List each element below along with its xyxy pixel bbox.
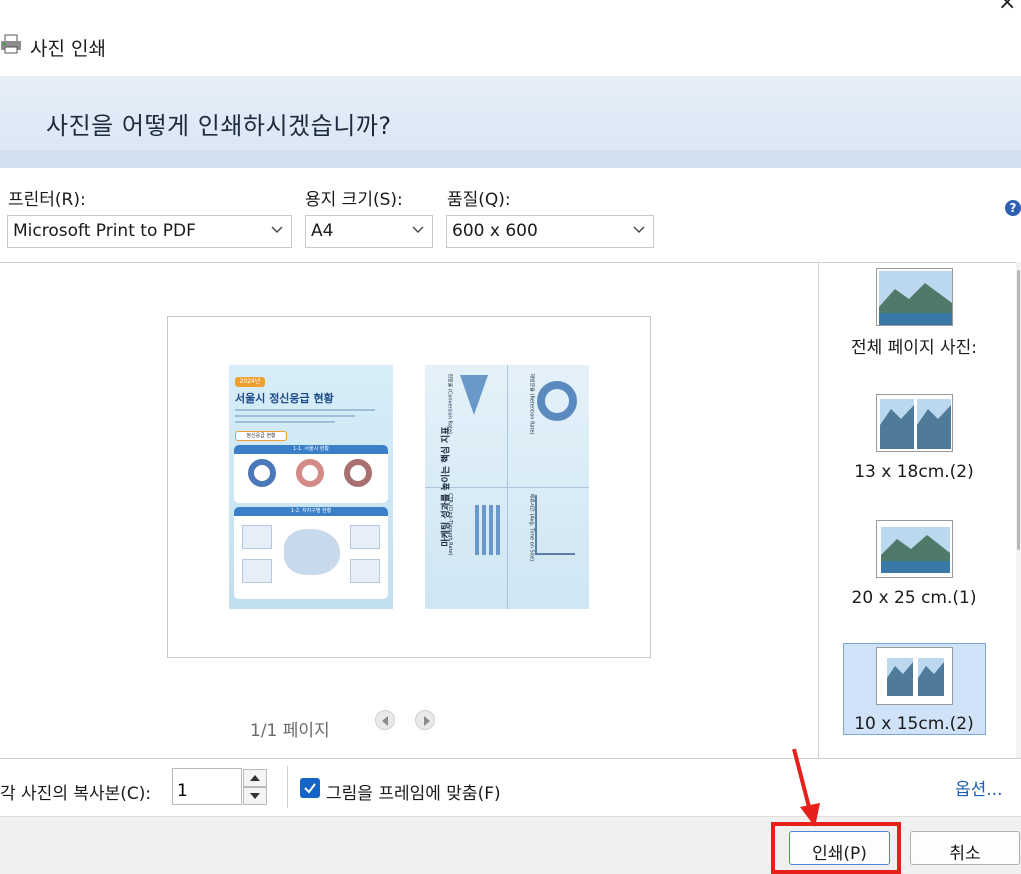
kpi-label: CTR (Click-Through Rate) <box>447 493 453 556</box>
panel-district: 1-2. 자치구별 현황 <box>234 507 388 599</box>
portrait-pair-thumbnail <box>887 658 944 696</box>
chevron-up-icon <box>250 775 260 781</box>
annotation-arrow <box>792 748 820 827</box>
paper-size-select[interactable]: A4 <box>305 215 433 248</box>
printer-label: 프린터(R): <box>8 190 86 210</box>
fit-to-frame-checkbox[interactable] <box>300 778 320 798</box>
divider <box>287 766 288 808</box>
stat-box <box>242 559 272 583</box>
line-graphic <box>535 495 575 555</box>
stat-box <box>242 525 272 549</box>
help-icon[interactable]: ? <box>1005 200 1021 216</box>
stat-box <box>350 525 380 549</box>
panel-header: 1-2. 자치구별 현황 <box>234 507 388 516</box>
infographic-title: 서울시 정신응급 현황 <box>235 392 334 405</box>
scrollbar-thumb[interactable] <box>1017 270 1020 550</box>
layout-thumb-full-page[interactable] <box>876 268 953 326</box>
layout-label-10x15[interactable]: 10 x 15cm.(2) <box>834 714 994 734</box>
portrait-pair-thumbnail <box>880 399 951 449</box>
chevron-down-icon <box>250 793 260 799</box>
header-strip <box>0 150 1021 168</box>
printer-icon <box>1 34 21 54</box>
chevron-down-icon <box>633 226 645 233</box>
layout-label-20x25[interactable]: 20 x 25 cm.(1) <box>834 588 994 608</box>
page-counter: 1/1 페이지 <box>250 721 330 741</box>
section-chip: 정신응급 현황 <box>235 431 287 441</box>
paper-size-select-value: A4 <box>311 221 334 241</box>
page-title: 사진을 어떻게 인쇄하시겠습니까? <box>46 112 392 140</box>
layout-label-full-page[interactable]: 전체 페이지 사진: <box>834 333 994 358</box>
landscape-thumbnail <box>881 527 950 573</box>
donut-chart <box>248 459 276 487</box>
seoul-map-shape <box>284 529 340 575</box>
chevron-down-icon <box>271 226 283 233</box>
printer-select-value: Microsoft Print to PDF <box>13 221 196 241</box>
arrow-left-icon <box>382 716 388 726</box>
fit-to-frame-label[interactable]: 그림을 프레임에 맞춤(F) <box>326 779 516 804</box>
printer-select[interactable]: Microsoft Print to PDF <box>7 215 292 248</box>
window-title: 사진 인쇄 <box>30 38 106 60</box>
donut-chart <box>296 459 324 487</box>
paper-size-label: 용지 크기(S): <box>305 190 403 210</box>
text-line <box>235 415 355 417</box>
quality-select[interactable]: 600 x 600 <box>446 215 654 248</box>
text-line <box>235 409 375 411</box>
copies-decrease-button[interactable] <box>243 787 267 805</box>
kpi-label: 전환율 (Conversion Rate) <box>446 373 453 434</box>
bar-graphic <box>475 505 501 555</box>
kpi-label: 재방문율 (Retention Rate) <box>528 373 535 435</box>
donut-chart <box>344 459 372 487</box>
next-page-button[interactable] <box>415 710 435 730</box>
layout-thumb-13x18[interactable] <box>876 394 953 452</box>
layout-label-13x18[interactable]: 13 x 18cm.(2) <box>834 462 994 482</box>
year-badge: 2024년 <box>235 377 265 387</box>
funnel-shape <box>460 375 488 415</box>
chevron-down-icon <box>412 226 424 233</box>
preview-photo-left: 2024년 서울시 정신응급 현황 정신응급 현황 1-1. 서울시 현황 1-… <box>229 365 393 609</box>
layout-thumb-20x25[interactable] <box>876 520 953 578</box>
text-line <box>235 421 335 423</box>
copies-label: 각 사진의 복사본(C): <box>0 784 152 804</box>
panel-seoul: 1-1. 서울시 현황 <box>234 445 388 503</box>
prev-page-button[interactable] <box>375 710 395 730</box>
preview-photo-right: 마케팅 성과를 높이는 핵심 지표 전환율 (Conversion Rate) … <box>425 365 589 609</box>
cancel-button[interactable]: 취소 <box>910 831 1020 865</box>
landscape-thumbnail <box>879 271 952 325</box>
arrow-right-icon <box>424 716 430 726</box>
quality-select-value: 600 x 600 <box>452 221 538 241</box>
copies-increase-button[interactable] <box>243 769 267 787</box>
close-button[interactable]: × <box>998 0 1016 15</box>
panel-header: 1-1. 서울시 현황 <box>234 445 388 454</box>
title-bar <box>0 0 1021 76</box>
copies-input[interactable] <box>172 768 242 805</box>
checkmark-icon <box>304 783 316 794</box>
quality-label: 품질(Q): <box>447 190 511 210</box>
stat-box <box>350 559 380 583</box>
ring-chart <box>537 381 577 421</box>
options-link[interactable]: 옵션... <box>955 775 1003 800</box>
layout-thumb-10x15[interactable] <box>876 647 953 705</box>
